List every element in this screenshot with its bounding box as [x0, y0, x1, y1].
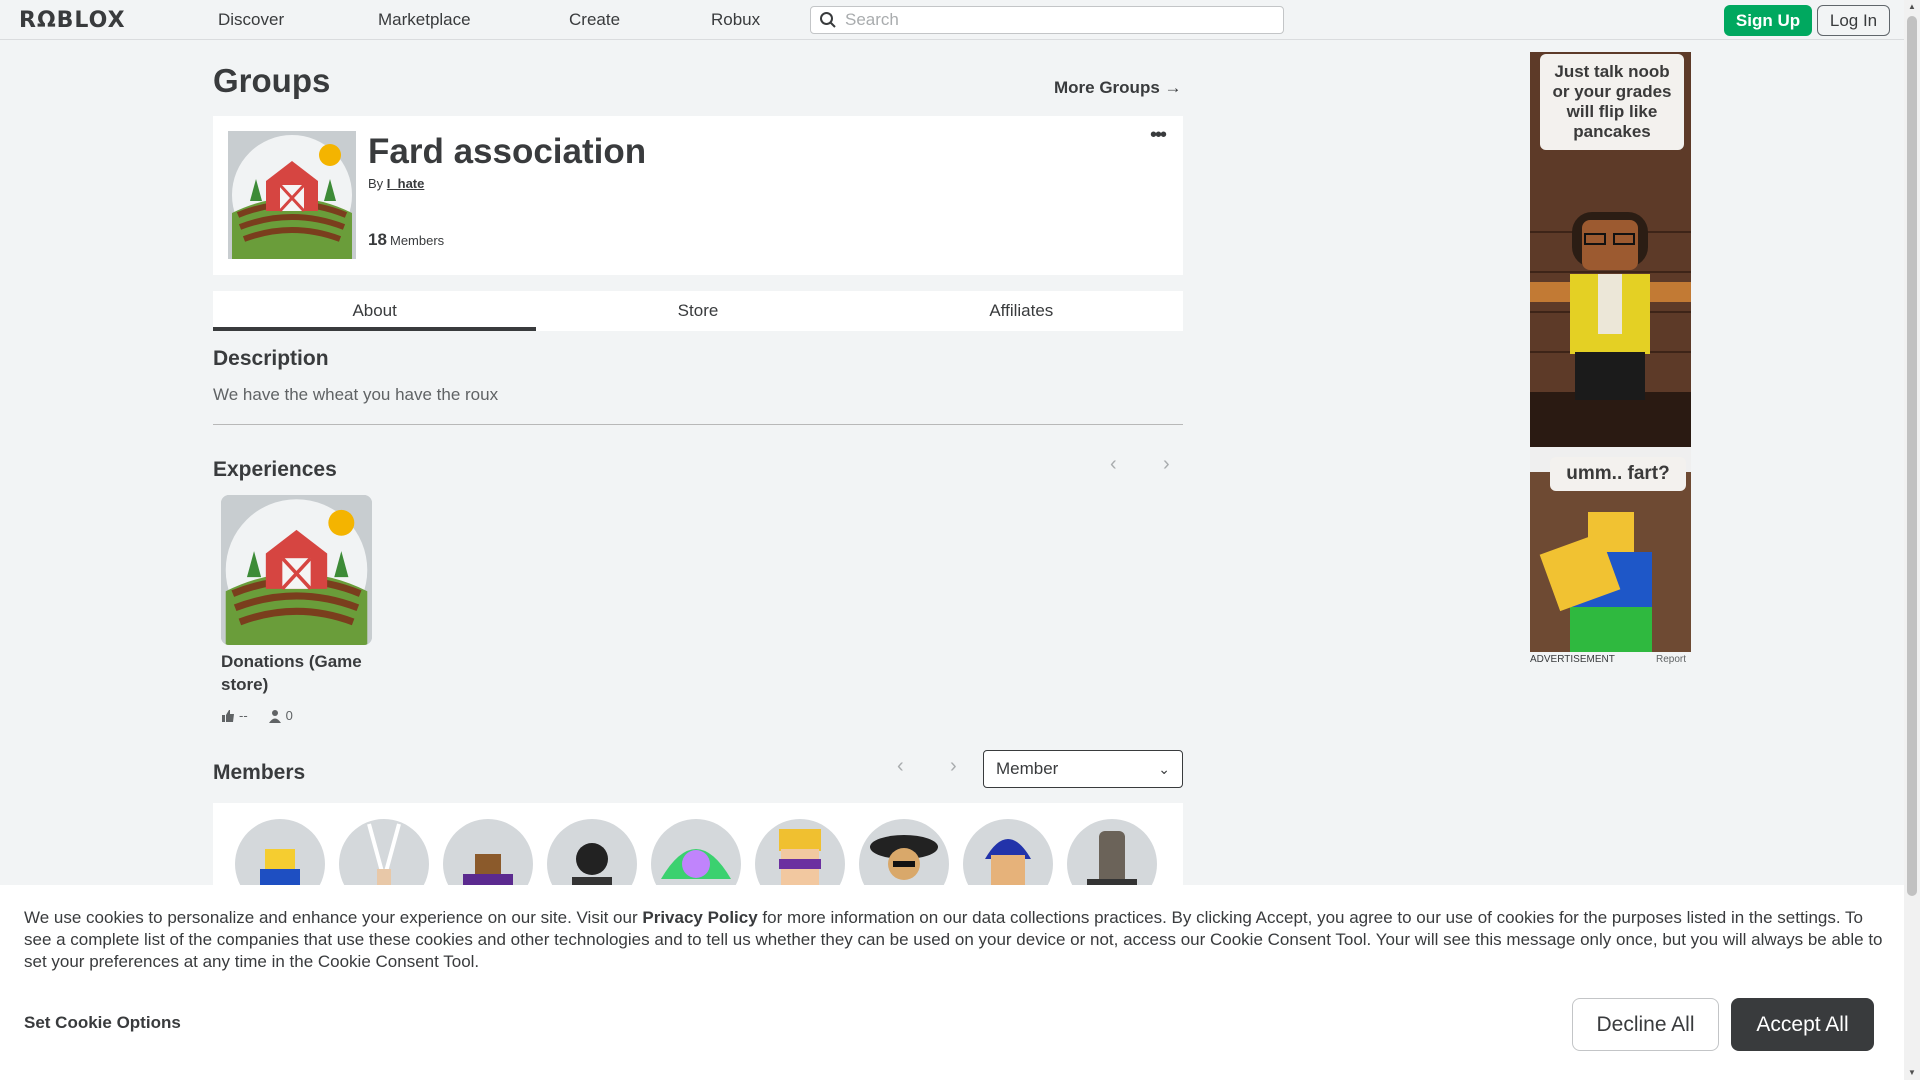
tab-affiliates[interactable]: Affiliates — [860, 291, 1183, 331]
cookie-message: We use cookies to personalize and enhanc… — [24, 907, 1884, 973]
experiences-next-icon[interactable]: › — [1163, 453, 1170, 476]
nav-robux[interactable]: Robux — [711, 10, 760, 30]
nav-marketplace[interactable]: Marketplace — [378, 10, 471, 30]
cookie-text-start: We use cookies to personalize and enhanc… — [24, 908, 638, 927]
advertisement-label: ADVERTISEMENT — [1530, 654, 1615, 665]
experiences-prev-icon[interactable]: ‹ — [1110, 453, 1117, 476]
by-label: By — [368, 176, 384, 191]
group-owner-line: By I_hate — [368, 176, 424, 191]
group-owner-link[interactable]: I_hate — [387, 176, 425, 191]
search-box[interactable] — [810, 6, 1284, 34]
description-text: We have the wheat you have the roux — [213, 385, 499, 404]
page-scrollbar[interactable]: ▲ ▼ — [1904, 0, 1920, 1080]
log-in-button[interactable]: Log In — [1817, 5, 1890, 36]
advertisement-banner[interactable]: Just talk noob or your grades will flip … — [1530, 52, 1691, 652]
experiences-heading: Experiences — [213, 458, 337, 481]
chevron-down-icon: ⌄ — [1158, 761, 1170, 777]
scroll-up-arrow-icon[interactable]: ▲ — [1908, 2, 1916, 11]
nav-discover[interactable]: Discover — [218, 10, 284, 30]
member-count: 18 — [368, 230, 387, 249]
experience-rating: -- — [239, 708, 248, 723]
accept-all-button[interactable]: Accept All — [1731, 998, 1874, 1051]
nav-create[interactable]: Create — [569, 10, 620, 30]
tab-store[interactable]: Store — [536, 291, 859, 331]
experience-name[interactable]: Donations (Game store) — [221, 650, 391, 696]
set-cookie-options-link[interactable]: Set Cookie Options — [24, 1013, 181, 1033]
scrollbar-thumb[interactable] — [1907, 16, 1917, 896]
group-tabs: About Store Affiliates — [213, 291, 1183, 331]
top-navigation-bar: RΩBLOX Discover Marketplace Create Robux… — [0, 0, 1904, 40]
group-header-card: Fard association By I_hate 18 Members ••… — [213, 116, 1183, 275]
role-dropdown-value: Member — [996, 759, 1059, 778]
experience-stats: -- 0 — [221, 708, 293, 723]
sign-up-button[interactable]: Sign Up — [1724, 5, 1812, 36]
thumbs-up-icon — [222, 709, 234, 722]
players-icon — [268, 709, 281, 723]
description-heading: Description — [213, 347, 329, 370]
ad-bottom-caption: umm.. fart? — [1550, 457, 1686, 491]
more-groups-link[interactable]: More Groups → — [1054, 78, 1182, 98]
roblox-logo[interactable]: RΩBLOX — [19, 8, 126, 33]
experience-players: 0 — [285, 708, 293, 723]
members-heading: Members — [213, 761, 306, 784]
member-count-label: Members — [390, 233, 445, 248]
members-prev-icon[interactable]: ‹ — [897, 755, 904, 778]
search-icon — [820, 12, 836, 28]
tab-about[interactable]: About — [213, 291, 537, 331]
more-options-icon[interactable]: ••• — [1150, 124, 1167, 147]
decline-all-button[interactable]: Decline All — [1572, 998, 1719, 1051]
page-title: Groups — [213, 62, 331, 99]
members-next-icon[interactable]: › — [950, 755, 957, 778]
role-dropdown[interactable]: Member ⌄ — [983, 750, 1183, 788]
report-ad-link[interactable]: Report — [1656, 654, 1686, 665]
privacy-policy-link[interactable]: Privacy Policy — [642, 908, 757, 927]
group-name: Fard association — [368, 132, 647, 171]
search-input[interactable] — [845, 10, 1265, 30]
experience-thumbnail[interactable] — [221, 495, 372, 645]
ad-top-caption: Just talk noob or your grades will flip … — [1540, 54, 1684, 150]
cookie-consent-banner: We use cookies to personalize and enhanc… — [0, 885, 1904, 1080]
scroll-down-arrow-icon[interactable]: ▼ — [1908, 1068, 1916, 1077]
group-emblem-image — [228, 131, 356, 259]
section-divider — [213, 424, 1183, 425]
